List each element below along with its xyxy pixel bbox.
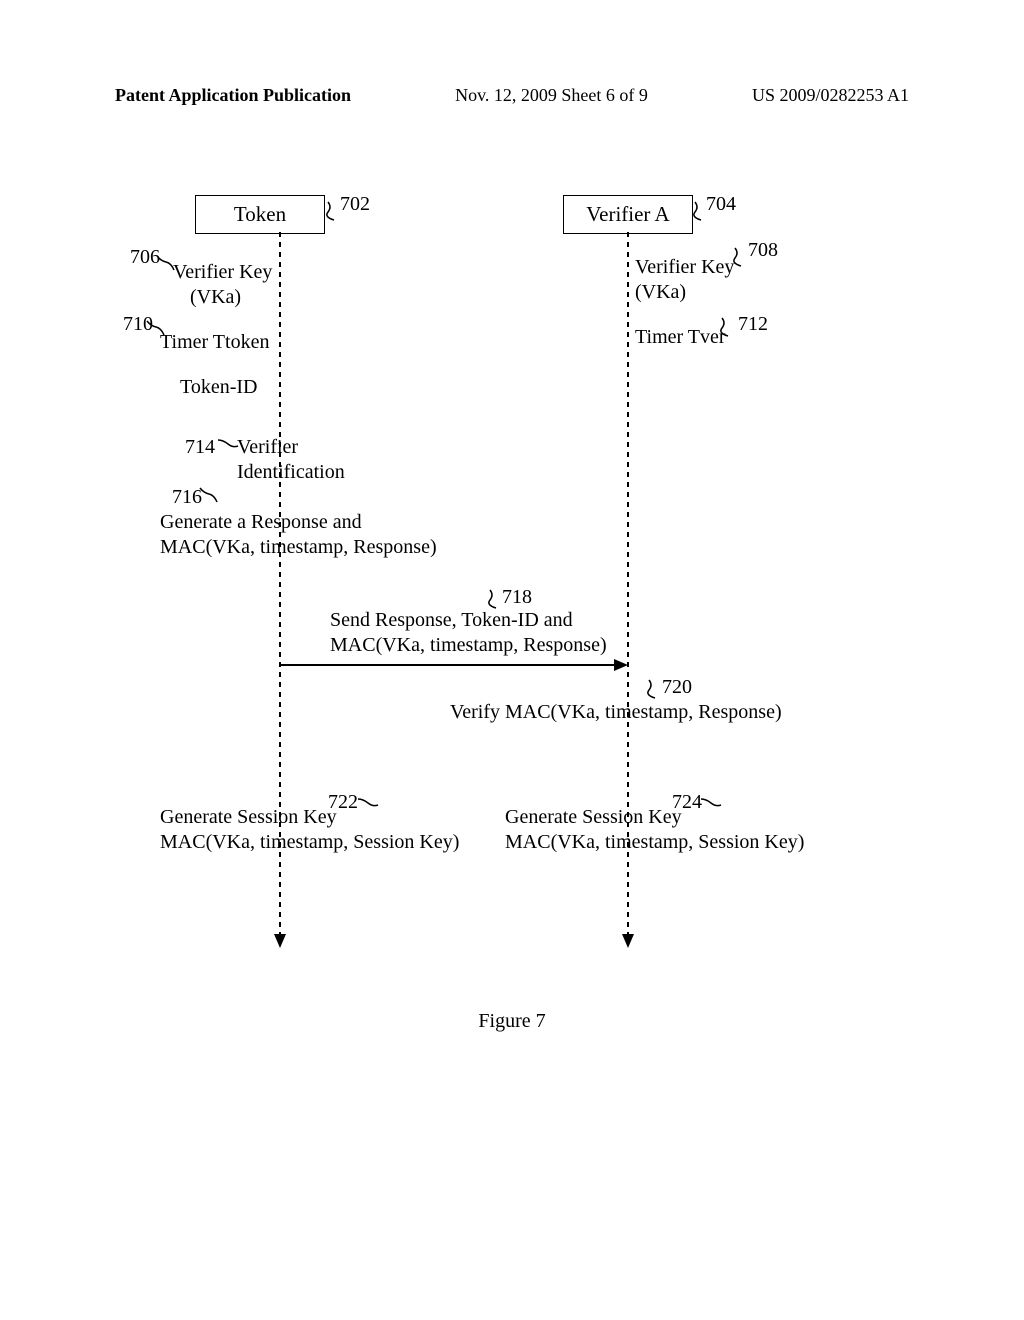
- verifier-verifier-key: Verifier Key: [635, 255, 734, 280]
- ref-718: 718: [502, 585, 532, 610]
- token-verifier-key-sub: (VKa): [190, 285, 241, 310]
- ref-720: 720: [662, 675, 692, 700]
- ref-704: 704: [706, 192, 736, 217]
- verifier-gen-session: Generate Session Key MAC(VKa, timestamp,…: [505, 805, 804, 855]
- token-timer: Timer Ttoken: [160, 330, 269, 355]
- ref-714: 714: [185, 435, 215, 460]
- verify-mac: Verify MAC(VKa, timestamp, Response): [450, 700, 782, 725]
- figure-caption: Figure 7: [0, 1010, 1024, 1033]
- token-gen-session: Generate Session Key MAC(VKa, timestamp,…: [160, 805, 459, 855]
- ref-716: 716: [172, 485, 202, 510]
- verifier-box-label: Verifier A: [586, 202, 669, 226]
- verifier-identification: Verifier Identification: [237, 435, 345, 485]
- token-id: Token-ID: [180, 375, 257, 400]
- header-center: Nov. 12, 2009 Sheet 6 of 9: [455, 85, 648, 106]
- page-header: Patent Application Publication Nov. 12, …: [0, 85, 1024, 106]
- ref-712: 712: [738, 312, 768, 337]
- ref-708: 708: [748, 238, 778, 263]
- ref-710: 710: [123, 312, 153, 337]
- token-box: Token: [195, 195, 325, 234]
- header-right: US 2009/0282253 A1: [752, 85, 909, 106]
- send-message: Send Response, Token-ID and MAC(VKa, tim…: [330, 608, 607, 658]
- verifier-timer: Timer Tver: [635, 325, 726, 350]
- token-verifier-key: Verifier Key: [173, 260, 272, 285]
- ref-706: 706: [130, 245, 160, 270]
- sequence-diagram: Token Verifier A: [0, 190, 1024, 990]
- ref-702: 702: [340, 192, 370, 217]
- header-left: Patent Application Publication: [115, 85, 351, 106]
- gen-response: Generate a Response and MAC(VKa, timesta…: [160, 510, 437, 560]
- verifier-verifier-key-sub: (VKa): [635, 280, 686, 305]
- verifier-box: Verifier A: [563, 195, 693, 234]
- token-box-label: Token: [234, 202, 286, 226]
